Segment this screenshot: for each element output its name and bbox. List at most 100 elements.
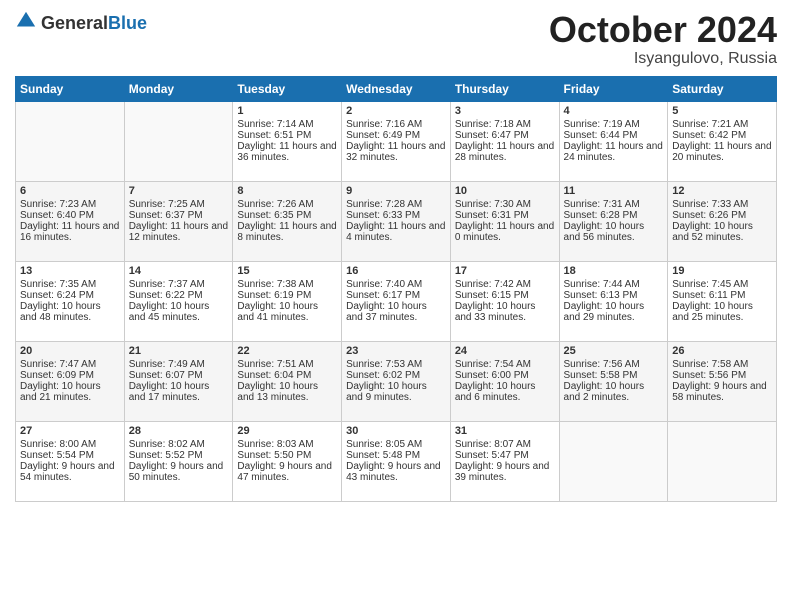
header-wednesday: Wednesday [342, 76, 451, 101]
day-number: 22 [237, 345, 337, 357]
sunset-text: Sunset: 6:35 PM [237, 210, 311, 221]
calendar-table: Sunday Monday Tuesday Wednesday Thursday… [15, 76, 777, 502]
daylight-text: Daylight: 10 hours and 2 minutes. [564, 381, 645, 403]
sunset-text: Sunset: 6:02 PM [346, 370, 420, 381]
table-cell: 4Sunrise: 7:19 AMSunset: 6:44 PMDaylight… [559, 101, 668, 181]
sunset-text: Sunset: 6:22 PM [129, 290, 203, 301]
table-cell: 11Sunrise: 7:31 AMSunset: 6:28 PMDayligh… [559, 181, 668, 261]
day-number: 17 [455, 265, 555, 277]
sunset-text: Sunset: 6:31 PM [455, 210, 529, 221]
sunrise-text: Sunrise: 7:19 AM [564, 119, 640, 130]
table-cell [668, 421, 777, 501]
sunrise-text: Sunrise: 7:35 AM [20, 279, 96, 290]
sunset-text: Sunset: 5:47 PM [455, 450, 529, 461]
table-cell: 26Sunrise: 7:58 AMSunset: 5:56 PMDayligh… [668, 341, 777, 421]
sunset-text: Sunset: 6:28 PM [564, 210, 638, 221]
day-number: 18 [564, 265, 664, 277]
sunset-text: Sunset: 6:11 PM [672, 290, 745, 301]
table-cell: 21Sunrise: 7:49 AMSunset: 6:07 PMDayligh… [124, 341, 233, 421]
sunrise-text: Sunrise: 7:47 AM [20, 359, 96, 370]
daylight-text: Daylight: 11 hours and 16 minutes. [20, 221, 119, 243]
daylight-text: Daylight: 10 hours and 17 minutes. [129, 381, 210, 403]
sunrise-text: Sunrise: 7:44 AM [564, 279, 640, 290]
sunrise-text: Sunrise: 7:30 AM [455, 199, 531, 210]
header-friday: Friday [559, 76, 668, 101]
daylight-text: Daylight: 10 hours and 25 minutes. [672, 301, 753, 323]
sunset-text: Sunset: 5:58 PM [564, 370, 638, 381]
week-row-1: 1Sunrise: 7:14 AMSunset: 6:51 PMDaylight… [16, 101, 777, 181]
sunset-text: Sunset: 6:19 PM [237, 290, 311, 301]
day-number: 28 [129, 425, 229, 437]
sunset-text: Sunset: 5:52 PM [129, 450, 203, 461]
day-number: 9 [346, 185, 446, 197]
logo-icon [15, 10, 37, 32]
sunset-text: Sunset: 6:13 PM [564, 290, 638, 301]
sunrise-text: Sunrise: 8:00 AM [20, 439, 96, 450]
day-number: 5 [672, 105, 772, 117]
daylight-text: Daylight: 11 hours and 4 minutes. [346, 221, 445, 243]
sunrise-text: Sunrise: 7:25 AM [129, 199, 205, 210]
sunset-text: Sunset: 5:48 PM [346, 450, 420, 461]
table-cell: 30Sunrise: 8:05 AMSunset: 5:48 PMDayligh… [342, 421, 451, 501]
sunrise-text: Sunrise: 8:02 AM [129, 439, 205, 450]
day-number: 10 [455, 185, 555, 197]
daylight-text: Daylight: 10 hours and 52 minutes. [672, 221, 753, 243]
day-number: 25 [564, 345, 664, 357]
table-cell: 23Sunrise: 7:53 AMSunset: 6:02 PMDayligh… [342, 341, 451, 421]
day-number: 16 [346, 265, 446, 277]
sunrise-text: Sunrise: 7:37 AM [129, 279, 205, 290]
sunset-text: Sunset: 6:24 PM [20, 290, 94, 301]
header-sunday: Sunday [16, 76, 125, 101]
daylight-text: Daylight: 10 hours and 48 minutes. [20, 301, 101, 323]
sunset-text: Sunset: 6:15 PM [455, 290, 529, 301]
sunrise-text: Sunrise: 7:45 AM [672, 279, 748, 290]
sunrise-text: Sunrise: 7:21 AM [672, 119, 748, 130]
sunrise-text: Sunrise: 7:56 AM [564, 359, 640, 370]
sunrise-text: Sunrise: 7:28 AM [346, 199, 422, 210]
table-cell: 13Sunrise: 7:35 AMSunset: 6:24 PMDayligh… [16, 261, 125, 341]
day-number: 23 [346, 345, 446, 357]
daylight-text: Daylight: 11 hours and 0 minutes. [455, 221, 554, 243]
daylight-text: Daylight: 9 hours and 43 minutes. [346, 461, 441, 483]
table-cell: 1Sunrise: 7:14 AMSunset: 6:51 PMDaylight… [233, 101, 342, 181]
table-cell: 20Sunrise: 7:47 AMSunset: 6:09 PMDayligh… [16, 341, 125, 421]
sunset-text: Sunset: 6:04 PM [237, 370, 311, 381]
sunset-text: Sunset: 5:50 PM [237, 450, 311, 461]
daylight-text: Daylight: 10 hours and 41 minutes. [237, 301, 318, 323]
week-row-4: 20Sunrise: 7:47 AMSunset: 6:09 PMDayligh… [16, 341, 777, 421]
day-number: 24 [455, 345, 555, 357]
table-cell: 14Sunrise: 7:37 AMSunset: 6:22 PMDayligh… [124, 261, 233, 341]
day-number: 3 [455, 105, 555, 117]
sunrise-text: Sunrise: 7:26 AM [237, 199, 313, 210]
day-number: 15 [237, 265, 337, 277]
daylight-text: Daylight: 11 hours and 32 minutes. [346, 141, 445, 163]
table-cell: 28Sunrise: 8:02 AMSunset: 5:52 PMDayligh… [124, 421, 233, 501]
table-cell: 3Sunrise: 7:18 AMSunset: 6:47 PMDaylight… [450, 101, 559, 181]
table-cell: 6Sunrise: 7:23 AMSunset: 6:40 PMDaylight… [16, 181, 125, 261]
table-cell: 29Sunrise: 8:03 AMSunset: 5:50 PMDayligh… [233, 421, 342, 501]
daylight-text: Daylight: 11 hours and 24 minutes. [564, 141, 663, 163]
day-number: 6 [20, 185, 120, 197]
sunset-text: Sunset: 6:26 PM [672, 210, 746, 221]
day-number: 8 [237, 185, 337, 197]
table-cell: 16Sunrise: 7:40 AMSunset: 6:17 PMDayligh… [342, 261, 451, 341]
table-cell: 9Sunrise: 7:28 AMSunset: 6:33 PMDaylight… [342, 181, 451, 261]
table-cell: 8Sunrise: 7:26 AMSunset: 6:35 PMDaylight… [233, 181, 342, 261]
daylight-text: Daylight: 10 hours and 9 minutes. [346, 381, 427, 403]
sunset-text: Sunset: 5:56 PM [672, 370, 746, 381]
week-row-5: 27Sunrise: 8:00 AMSunset: 5:54 PMDayligh… [16, 421, 777, 501]
day-number: 31 [455, 425, 555, 437]
table-cell: 17Sunrise: 7:42 AMSunset: 6:15 PMDayligh… [450, 261, 559, 341]
daylight-text: Daylight: 11 hours and 12 minutes. [129, 221, 228, 243]
sunrise-text: Sunrise: 8:03 AM [237, 439, 313, 450]
sunset-text: Sunset: 6:37 PM [129, 210, 203, 221]
sunrise-text: Sunrise: 7:51 AM [237, 359, 313, 370]
table-cell: 24Sunrise: 7:54 AMSunset: 6:00 PMDayligh… [450, 341, 559, 421]
logo: GeneralBlue [15, 10, 147, 37]
day-number: 26 [672, 345, 772, 357]
table-cell: 22Sunrise: 7:51 AMSunset: 6:04 PMDayligh… [233, 341, 342, 421]
table-cell: 7Sunrise: 7:25 AMSunset: 6:37 PMDaylight… [124, 181, 233, 261]
day-number: 30 [346, 425, 446, 437]
table-cell [124, 101, 233, 181]
sunrise-text: Sunrise: 7:40 AM [346, 279, 422, 290]
